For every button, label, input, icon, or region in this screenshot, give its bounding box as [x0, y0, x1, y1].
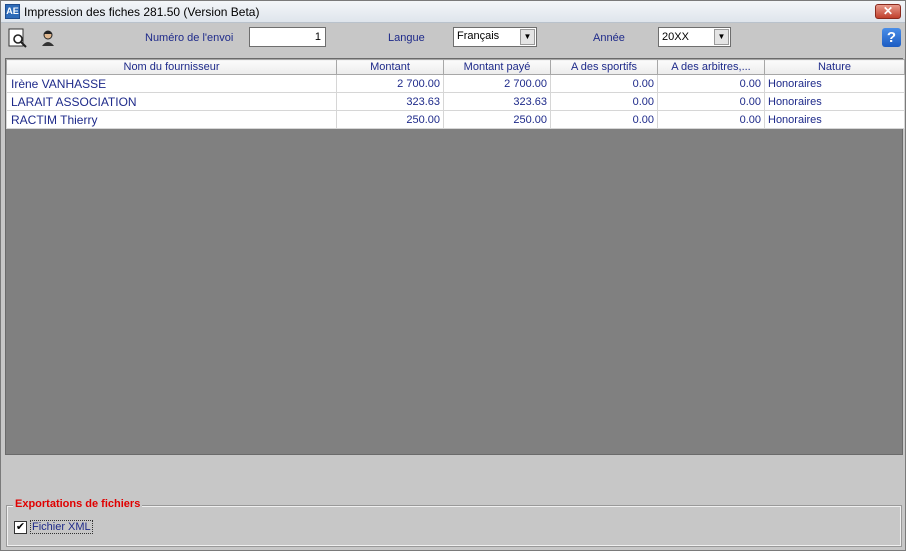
cell-montant-paye[interactable]: 250.00 [443, 110, 551, 129]
cell-montant-paye[interactable]: 2 700.00 [443, 74, 551, 93]
cell-montant[interactable]: 250.00 [336, 110, 444, 129]
close-button[interactable]: ✕ [875, 4, 901, 19]
annee-select[interactable]: 20XX ▼ [658, 27, 731, 47]
langue-select[interactable]: Français ▼ [453, 27, 537, 47]
cell-nom[interactable]: LARAIT ASSOCIATION [6, 92, 337, 111]
cell-montant[interactable]: 323.63 [336, 92, 444, 111]
print-preview-icon [8, 28, 27, 48]
table-row[interactable]: Irène VANHASSE 2 700.00 2 700.00 0.00 0.… [6, 74, 905, 93]
suppliers-grid[interactable]: Nom du fournisseur Montant Montant payé … [5, 58, 905, 455]
cell-nature[interactable]: Honoraires [764, 110, 905, 129]
envoi-label: Numéro de l'envoi [145, 32, 234, 44]
table-row[interactable]: LARAIT ASSOCIATION 323.63 323.63 0.00 0.… [6, 92, 905, 111]
print-preview-button[interactable] [7, 27, 29, 49]
cell-nature[interactable]: Honoraires [764, 74, 905, 93]
chevron-down-icon[interactable]: ▼ [520, 29, 535, 45]
cell-nature[interactable]: Honoraires [764, 92, 905, 111]
langue-label: Langue [388, 32, 425, 44]
cell-sportifs[interactable]: 0.00 [550, 74, 658, 93]
cell-arbitres[interactable]: 0.00 [657, 92, 765, 111]
column-header-nom[interactable]: Nom du fournisseur [6, 59, 337, 75]
cell-nom[interactable]: RACTIM Thierry [6, 110, 337, 129]
table-header-row: Nom du fournisseur Montant Montant payé … [6, 59, 905, 75]
column-header-montant[interactable]: Montant [336, 59, 444, 75]
langue-value: Français [457, 30, 500, 42]
cell-arbitres[interactable]: 0.00 [657, 74, 765, 93]
column-header-sportifs[interactable]: A des sportifs [550, 59, 658, 75]
chevron-down-icon[interactable]: ▼ [714, 29, 729, 45]
column-header-nature[interactable]: Nature [764, 59, 905, 75]
export-group-box [6, 505, 902, 547]
help-button[interactable]: ? [882, 28, 901, 47]
cell-arbitres[interactable]: 0.00 [657, 110, 765, 129]
toolbar: Numéro de l'envoi 1 Langue Français ▼ An… [1, 24, 905, 54]
xml-export-label[interactable]: Fichier XML [30, 520, 93, 534]
user-icon [42, 30, 54, 46]
envoi-number-field[interactable]: 1 [249, 27, 326, 47]
column-header-arbitres[interactable]: A des arbitres,... [657, 59, 765, 75]
user-button[interactable] [37, 27, 59, 49]
main-window: AE Impression des fiches 281.50 (Version… [0, 0, 906, 551]
suppliers-table: Nom du fournisseur Montant Montant payé … [6, 59, 905, 129]
cell-montant-paye[interactable]: 323.63 [443, 92, 551, 111]
annee-label: Année [593, 32, 625, 44]
table-row[interactable]: RACTIM Thierry 250.00 250.00 0.00 0.00 H… [6, 110, 905, 129]
column-header-montant-paye[interactable]: Montant payé [443, 59, 551, 75]
app-icon: AE [5, 4, 20, 19]
cell-nom[interactable]: Irène VANHASSE [6, 74, 337, 93]
cell-montant[interactable]: 2 700.00 [336, 74, 444, 93]
xml-export-checkbox[interactable]: ✔ [14, 521, 27, 534]
annee-value: 20XX [662, 31, 689, 43]
export-group-label: Exportations de fichiers [13, 498, 143, 510]
cell-sportifs[interactable]: 0.00 [550, 110, 658, 129]
title-bar: AE Impression des fiches 281.50 (Version… [1, 1, 905, 23]
window-title: Impression des fiches 281.50 (Version Be… [24, 5, 260, 19]
cell-sportifs[interactable]: 0.00 [550, 92, 658, 111]
envoi-number-value: 1 [314, 31, 321, 43]
